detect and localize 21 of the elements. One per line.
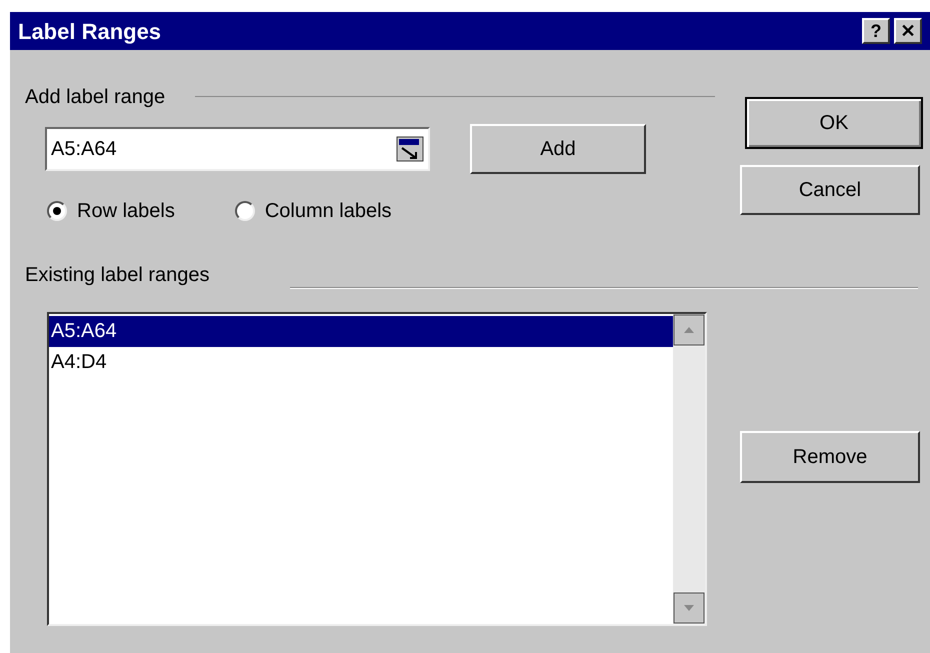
close-button[interactable]: ✕ (894, 18, 922, 44)
radio-label[interactable]: Row labels (77, 196, 175, 226)
group-label: Existing label ranges (25, 263, 210, 288)
collapse-dialog-icon[interactable] (396, 136, 424, 162)
range-value: A5:A64 (51, 137, 118, 162)
ok-button[interactable]: OK (745, 97, 923, 149)
window-title: Label Ranges (18, 18, 162, 46)
scroll-down-icon[interactable] (673, 592, 705, 624)
cancel-button[interactable]: Cancel (740, 165, 920, 215)
radio-label[interactable]: Column labels (264, 196, 392, 226)
group-label: Add label range (25, 85, 166, 110)
scrollbar[interactable] (673, 314, 705, 624)
range-field[interactable]: A5:A64 (45, 127, 430, 171)
help-button[interactable]: ? (862, 18, 890, 44)
list-item[interactable]: A4:D4 (49, 347, 673, 378)
scroll-up-icon[interactable] (673, 314, 705, 346)
radio-button[interactable] (234, 201, 255, 221)
remove-button[interactable]: Remove (740, 431, 920, 483)
radio-button[interactable] (47, 201, 67, 221)
add-button[interactable]: Add (470, 124, 646, 174)
list-item[interactable]: A5:A64 (49, 316, 673, 347)
